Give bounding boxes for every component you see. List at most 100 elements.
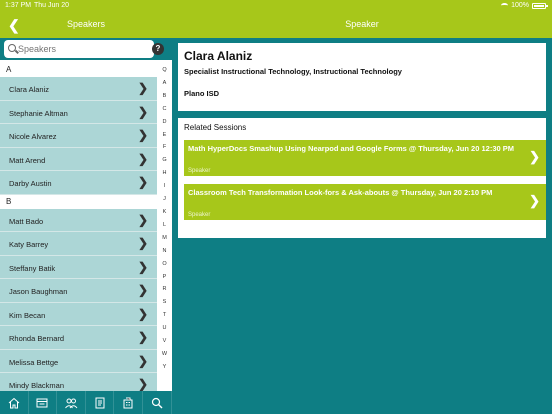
speaker-list-name: Matt Bado xyxy=(9,216,44,226)
search-box[interactable] xyxy=(4,40,154,58)
tab-people[interactable] xyxy=(57,391,86,414)
speaker-list-name: Mindy Blackman xyxy=(9,381,65,390)
nav-left: ❮ Speakers xyxy=(0,12,172,38)
speaker-list-name: Darby Austin xyxy=(9,179,52,188)
speaker-list-item[interactable]: Nicole Alvarez ❯ xyxy=(0,124,157,148)
chevron-right-icon: ❯ xyxy=(137,353,148,368)
speaker-list-name: Rhonda Bernard xyxy=(9,334,65,343)
battery-icon xyxy=(532,2,548,9)
session-title: Classroom Tech Transformation Look-fors … xyxy=(188,188,493,197)
speakers-nav-title: Speakers xyxy=(66,19,106,29)
session-role: Speaker xyxy=(188,212,211,218)
status-date: Thu Jun 20 xyxy=(34,2,70,9)
speaker-list-item[interactable]: Clara Alaniz ❯ xyxy=(0,77,157,101)
alphabet-index-letter[interactable]: O xyxy=(157,258,172,271)
section-header: B xyxy=(0,194,157,209)
section-header: A xyxy=(0,63,157,77)
chevron-right-icon: ❯ xyxy=(529,149,540,164)
alphabet-index-letter[interactable]: Y xyxy=(157,361,172,374)
speaker-list-item[interactable]: Darby Austin ❯ xyxy=(0,171,157,195)
alphabet-index-letter[interactable]: G xyxy=(157,154,172,167)
speaker-list-item[interactable]: Katy Barrey ❯ xyxy=(0,232,157,256)
status-time: 1:37 PM xyxy=(5,2,32,9)
tab-documents[interactable] xyxy=(86,391,115,414)
speaker-list-item[interactable]: Jason Baughman ❯ xyxy=(0,279,157,303)
speaker-title: Specialist Instructional Technology, Ins… xyxy=(184,67,402,76)
alphabet-index-letter[interactable]: N xyxy=(157,245,172,258)
battery-percent: 100% xyxy=(511,2,529,9)
alphabet-index-letter[interactable]: R xyxy=(157,283,172,296)
alphabet-index-letter[interactable]: U xyxy=(157,322,172,335)
speaker-list-name: Melissa Bettge xyxy=(9,357,59,367)
tab-search[interactable] xyxy=(143,391,172,414)
speaker-list-item[interactable]: Stephanie Altman ❯ xyxy=(0,100,157,124)
speaker-organization: Plano ISD xyxy=(184,89,220,98)
session-item[interactable]: Classroom Tech Transformation Look-fors … xyxy=(184,184,546,220)
speaker-list-name: Katy Barrey xyxy=(9,240,49,249)
alphabet-index-letter[interactable]: K xyxy=(157,206,172,219)
home-icon xyxy=(8,397,20,408)
chevron-right-icon: ❯ xyxy=(137,212,148,227)
alphabet-index-letter[interactable]: A xyxy=(157,77,172,90)
alphabet-index-letter[interactable]: C xyxy=(157,103,172,116)
alphabet-index-letter[interactable]: T xyxy=(157,309,172,322)
status-bar: 1:37 PM Thu Jun 20 100% xyxy=(0,0,552,12)
chevron-right-icon: ❯ xyxy=(137,128,148,142)
alphabet-index-letter[interactable]: J xyxy=(157,193,172,206)
speaker-list-name: Stephanie Altman xyxy=(9,108,68,118)
tab-home[interactable] xyxy=(0,391,29,414)
alphabet-index-letter[interactable]: V xyxy=(157,335,172,348)
alphabet-index-letter[interactable]: M xyxy=(157,232,172,245)
alphabet-index-letter[interactable]: E xyxy=(157,129,172,142)
alphabet-index[interactable]: QABCDEFGHIJKLMNOPRSTUVWY xyxy=(157,64,172,391)
speakers-sidebar: ? AClara Alaniz❯Stephanie Altman❯Nicole … xyxy=(0,38,172,391)
alphabet-index-letter[interactable]: D xyxy=(157,116,172,129)
speaker-list-item[interactable]: Kim Becan ❯ xyxy=(0,302,157,326)
wifi-icon xyxy=(501,3,509,8)
search-icon xyxy=(8,44,16,52)
speaker-list-name: Steffany Batik xyxy=(9,263,56,273)
speaker-list-name: Matt Arend xyxy=(9,155,46,165)
tab-exhibitors[interactable] xyxy=(114,391,143,414)
alphabet-index-letter[interactable]: Q xyxy=(157,64,172,77)
help-icon[interactable]: ? xyxy=(152,43,164,55)
speaker-list-item[interactable]: Mindy Blackman ❯ xyxy=(0,373,157,391)
alphabet-index-letter[interactable]: S xyxy=(157,296,172,309)
alphabet-index-letter[interactable]: L xyxy=(157,219,172,232)
chevron-right-icon: ❯ xyxy=(137,259,148,274)
chevron-right-icon: ❯ xyxy=(137,81,148,95)
session-title: Math HyperDocs Smashup Using Nearpod and… xyxy=(188,144,514,153)
chevron-right-icon: ❯ xyxy=(137,175,148,189)
speaker-list-item[interactable]: Steffany Batik ❯ xyxy=(0,255,157,279)
speaker-nav-title: Speaker xyxy=(345,19,379,29)
speaker-list-item[interactable]: Matt Bado ❯ xyxy=(0,208,157,232)
alphabet-index-letter[interactable]: I xyxy=(157,180,172,193)
alphabet-index-letter[interactable]: W xyxy=(157,348,172,361)
chevron-right-icon: ❯ xyxy=(137,377,148,391)
nav-right: Speaker xyxy=(172,12,552,38)
speaker-list-item[interactable]: Melissa Bettge ❯ xyxy=(0,349,157,373)
tab-agenda[interactable] xyxy=(29,391,58,414)
chevron-right-icon: ❯ xyxy=(137,236,148,250)
speaker-list-item[interactable]: Matt Arend ❯ xyxy=(0,147,157,171)
people-icon xyxy=(65,398,78,408)
document-icon xyxy=(95,397,105,408)
session-item[interactable]: Math HyperDocs Smashup Using Nearpod and… xyxy=(184,140,546,176)
agenda-icon xyxy=(36,398,48,407)
related-sessions-title: Related Sessions xyxy=(184,123,247,132)
chevron-right-icon: ❯ xyxy=(137,283,148,297)
chevron-right-icon: ❯ xyxy=(137,104,148,119)
speaker-name: Clara Alaniz xyxy=(184,49,253,63)
alphabet-index-letter[interactable]: H xyxy=(157,167,172,180)
alphabet-index-letter[interactable]: F xyxy=(157,141,172,154)
chevron-right-icon: ❯ xyxy=(137,330,148,344)
speaker-list-item[interactable]: Rhonda Bernard ❯ xyxy=(0,326,157,350)
search-icon xyxy=(151,397,163,408)
speaker-list-name: Clara Alaniz xyxy=(9,85,50,94)
alphabet-index-letter[interactable]: P xyxy=(157,271,172,284)
search-bar: ? xyxy=(0,38,172,60)
alphabet-index-letter[interactable]: B xyxy=(157,90,172,103)
nav-bar: ❮ Speakers Speaker xyxy=(0,12,552,38)
search-input[interactable] xyxy=(18,43,128,55)
building-icon xyxy=(123,397,133,408)
